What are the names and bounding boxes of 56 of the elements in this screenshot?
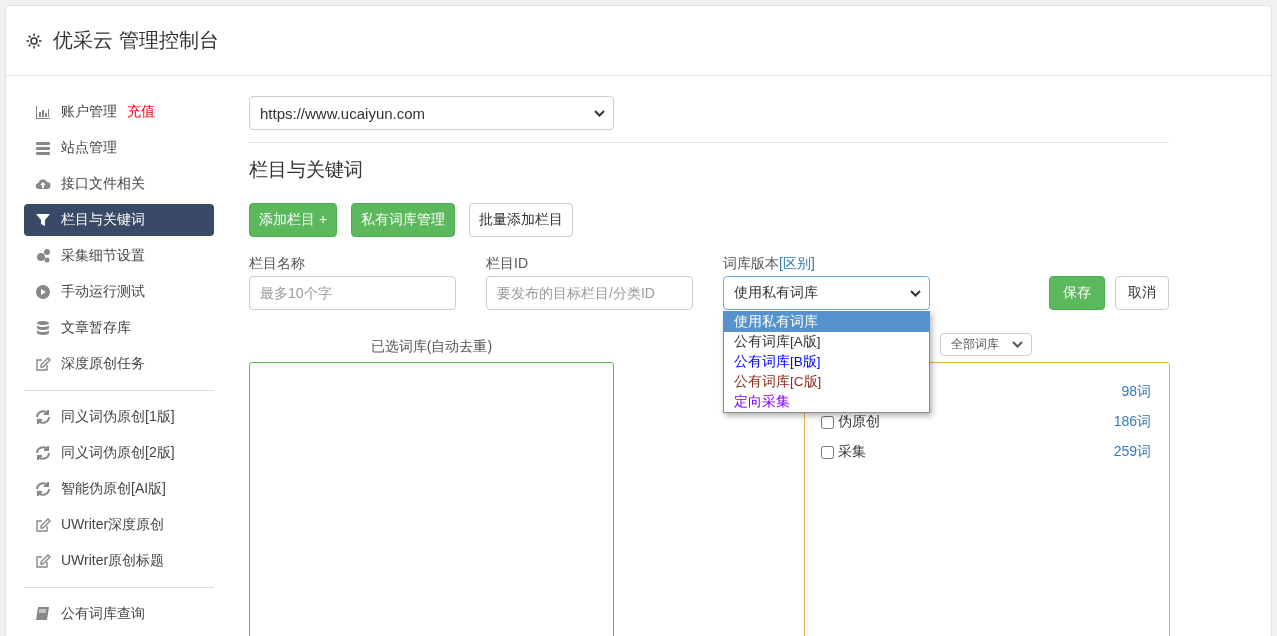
checkbox[interactable]	[821, 445, 834, 459]
sidebar-item[interactable]: 文章暂存库	[24, 312, 214, 344]
app-title: 优采云 管理控制台	[53, 28, 219, 53]
play-circle-icon	[35, 284, 51, 300]
edit-icon	[35, 517, 51, 533]
sidebar-item[interactable]: 站点管理	[24, 132, 214, 164]
name-input[interactable]: 最多10个字	[249, 276, 456, 310]
action-button[interactable]: 批量添加栏目	[469, 203, 574, 237]
book-icon	[35, 606, 51, 622]
sidebar-item[interactable]: 智能伪原创[AI版]	[24, 473, 214, 505]
dropdown-option[interactable]: 公有词库[C版]	[724, 372, 929, 392]
bar-chart-icon	[35, 104, 51, 120]
filter-select[interactable]: 全部词库	[940, 333, 1032, 356]
word-count: 98词	[1121, 383, 1151, 401]
site-select[interactable]: https://www.ucaiyun.com	[249, 96, 614, 130]
sidebar-item[interactable]: 深度原创任务	[24, 348, 214, 380]
sidebar-item[interactable]: 接口文件相关	[24, 168, 214, 200]
refresh-icon	[35, 481, 51, 497]
sidebar-item[interactable]: 同义词伪原创[1版]	[24, 401, 214, 433]
word-count: 259词	[1113, 443, 1151, 461]
dropdown-option[interactable]: 定向采集	[724, 392, 929, 412]
edit-icon	[35, 356, 51, 372]
dropdown-option[interactable]: 公有词库[B版]	[724, 352, 929, 372]
filter-icon	[35, 212, 51, 228]
sidebar-item[interactable]: 同义词伪原创[2版]	[24, 437, 214, 469]
sidebar-item[interactable]: 公有词库查询	[24, 598, 214, 630]
word-count: 186词	[1113, 413, 1151, 431]
refresh-icon	[35, 445, 51, 461]
library-name: 伪原创	[838, 413, 880, 431]
sidebar-item[interactable]: UWriter深度原创	[24, 509, 214, 541]
sidebar-item[interactable]: 手动运行测试	[24, 276, 214, 308]
settings-icon	[25, 31, 43, 50]
server-icon	[35, 140, 51, 156]
field-label: 词库版本	[723, 255, 779, 271]
sidebar-item[interactable]: 账户管理 充值	[24, 96, 214, 128]
library-name: 采集	[838, 443, 866, 461]
dropdown-option[interactable]: 公有词库[A版]	[724, 332, 929, 352]
cancel-button[interactable]: 取消	[1115, 276, 1169, 310]
difference-link[interactable]: [区别]	[779, 255, 815, 271]
panel-title: 已选词库(自动去重)	[370, 338, 493, 356]
caret-down-icon	[1012, 341, 1023, 348]
sidebar-item[interactable]: 采集细节设置	[24, 240, 214, 272]
sidebar-item[interactable]: UWriter原创标题	[24, 545, 214, 577]
field-label: 栏目ID	[486, 255, 529, 273]
caret-down-icon	[594, 109, 605, 117]
id-input[interactable]: 要发布的目标栏目/分类ID	[486, 276, 693, 310]
library-select[interactable]: 使用私有词库	[723, 276, 930, 310]
sidebar-item[interactable]: 栏目与关键词	[24, 204, 214, 236]
refresh-icon	[35, 409, 51, 425]
section-title: 栏目与关键词	[249, 158, 364, 182]
database-icon	[35, 320, 51, 336]
cloud-upload-icon	[35, 176, 51, 192]
edit-icon	[35, 553, 51, 569]
caret-down-icon	[910, 289, 921, 297]
checkbox[interactable]	[821, 415, 834, 429]
field-label: 栏目名称	[249, 255, 306, 273]
